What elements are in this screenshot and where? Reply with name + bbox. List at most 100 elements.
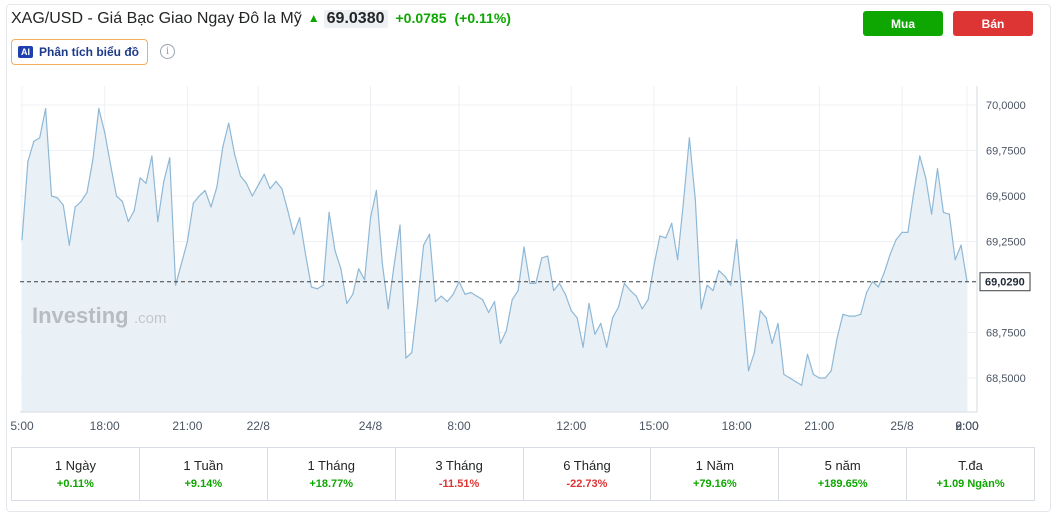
data-point — [529, 282, 531, 284]
period-1-week[interactable]: 1 Tuần +9.14% — [140, 448, 268, 500]
data-point — [576, 317, 578, 319]
data-point — [110, 164, 112, 166]
data-point — [488, 311, 490, 314]
data-point — [877, 286, 880, 288]
period-label: 3 Tháng — [435, 458, 483, 473]
data-point — [163, 180, 165, 182]
x-tick-label: 12:00 — [556, 419, 586, 433]
data-point — [304, 253, 307, 255]
x-tick-label: 15:00 — [639, 419, 669, 433]
data-point — [33, 140, 35, 142]
data-point — [866, 291, 868, 294]
data-point — [62, 204, 64, 206]
period-max[interactable]: T.đa +1.09 Ngàn% — [907, 448, 1034, 500]
data-point — [104, 131, 106, 133]
data-point — [907, 231, 909, 233]
data-point — [121, 200, 123, 203]
y-tick-label: 69,2500 — [986, 237, 1026, 249]
data-point — [482, 299, 484, 301]
data-point — [836, 337, 838, 339]
period-label: 1 Năm — [695, 458, 734, 473]
data-point — [499, 342, 501, 344]
x-tick-label: 24/8 — [359, 419, 383, 433]
data-point — [535, 282, 537, 284]
performance-periods: 1 Ngày +0.11% 1 Tuần +9.14% 1 Tháng +18.… — [11, 447, 1035, 501]
data-point — [747, 370, 750, 372]
data-point — [511, 299, 513, 301]
period-change: +79.16% — [692, 478, 737, 490]
period-1-day[interactable]: 1 Ngày +0.11% — [12, 448, 140, 500]
data-point — [830, 370, 832, 372]
data-point — [523, 246, 525, 248]
data-point — [27, 160, 29, 162]
data-point — [600, 322, 602, 324]
data-point — [287, 210, 289, 212]
data-point — [771, 342, 773, 344]
period-1-year[interactable]: 1 Năm +79.16% — [651, 448, 780, 500]
data-point — [883, 271, 885, 273]
period-3-months[interactable]: 3 Tháng -11.51% — [396, 448, 524, 500]
data-point — [381, 262, 383, 264]
x-tick-label: 18:00 — [90, 419, 120, 433]
data-point — [470, 291, 472, 294]
data-point — [86, 191, 88, 193]
period-label: 1 Tuần — [183, 458, 224, 473]
data-point — [588, 302, 590, 304]
period-label: 1 Tháng — [307, 458, 355, 473]
data-point — [553, 290, 555, 292]
data-point — [464, 293, 466, 295]
period-change: +9.14% — [184, 478, 223, 490]
data-point — [74, 206, 76, 208]
data-point — [50, 195, 53, 197]
data-point — [842, 313, 844, 315]
x-tick-label: 21:00 — [804, 419, 834, 433]
data-point — [682, 200, 685, 203]
data-point — [517, 290, 519, 292]
data-point — [133, 210, 135, 212]
data-point — [547, 255, 549, 257]
data-point — [665, 237, 667, 239]
data-point — [263, 173, 265, 175]
period-change: -22.73% — [566, 478, 608, 490]
data-point — [476, 295, 478, 297]
data-point — [582, 346, 584, 348]
data-point — [440, 295, 442, 297]
data-point — [635, 295, 637, 297]
period-label: T.đa — [958, 458, 983, 473]
data-point — [671, 222, 673, 224]
data-point — [736, 239, 738, 241]
data-point — [653, 264, 655, 266]
data-point — [558, 282, 561, 284]
period-1-month[interactable]: 1 Tháng +18.77% — [268, 448, 396, 500]
y-tick-label: 69,5000 — [986, 191, 1026, 203]
data-point — [269, 188, 271, 190]
data-point — [564, 293, 567, 295]
data-point — [98, 108, 100, 110]
data-point — [641, 308, 643, 310]
data-point — [724, 275, 726, 277]
data-point — [180, 262, 183, 264]
period-change: +0.11% — [56, 478, 94, 490]
watermark-brand: Investing — [32, 303, 129, 328]
x-tick-label: 25/8 — [890, 419, 914, 433]
period-5-years[interactable]: 5 năm +189.65% — [779, 448, 908, 500]
data-point — [617, 306, 620, 308]
price-chart[interactable]: 70,0000 69,7500 69,5000 69,2500 68,7500 68,50… — [0, 0, 1057, 440]
data-point — [777, 322, 779, 324]
data-point — [860, 313, 862, 315]
data-point — [434, 301, 436, 303]
data-point — [245, 182, 247, 184]
period-label: 5 năm — [824, 458, 861, 473]
data-point — [328, 211, 330, 213]
current-price-label: 69,0290 — [985, 277, 1025, 289]
data-point — [789, 377, 791, 379]
data-point — [795, 381, 797, 383]
data-point — [251, 195, 253, 197]
data-point — [931, 213, 933, 215]
data-point — [700, 308, 702, 310]
period-6-months[interactable]: 6 Tháng -22.73% — [524, 448, 652, 500]
data-point — [346, 302, 348, 304]
data-point — [659, 235, 661, 237]
data-point — [322, 284, 324, 286]
data-point — [688, 137, 691, 139]
